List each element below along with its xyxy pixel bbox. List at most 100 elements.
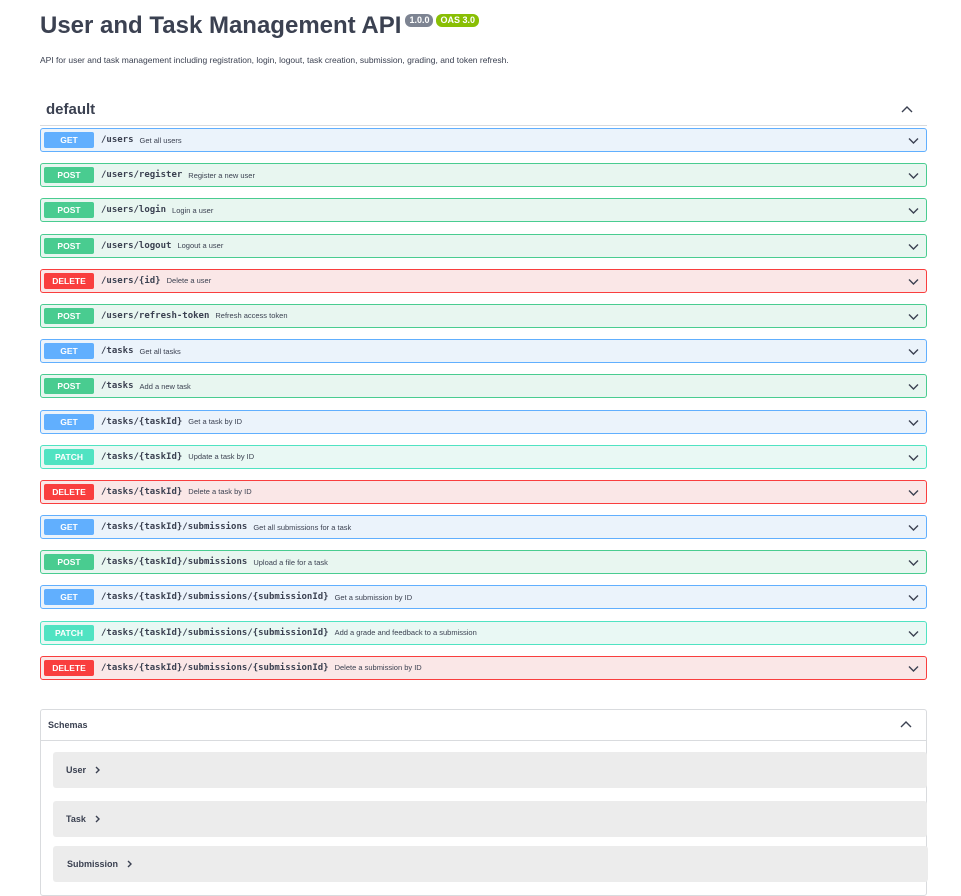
operation-patch[interactable]: PATCH/tasks/{taskId} Update a task by ID [40, 444, 927, 469]
schema-item-task[interactable]: Task [53, 801, 927, 837]
operation-summary: Logout a user [177, 241, 224, 251]
operation-path: /tasks/{taskId} [101, 416, 183, 427]
operation-path: /tasks [101, 346, 134, 357]
chevron-down-icon[interactable] [908, 628, 919, 639]
chevron-down-icon[interactable] [908, 241, 919, 252]
operation-summary: Get all submissions for a task [253, 522, 352, 532]
chevron-down-icon[interactable] [908, 381, 919, 392]
version-badge: 1.0.0 [405, 14, 434, 27]
oas-badge: OAS 3.0 [436, 14, 479, 27]
chevron-right-icon [127, 860, 133, 868]
operation-get[interactable]: GET/tasks/{taskId}/submissions Get all su… [40, 515, 927, 540]
page-title: User and Task Management API [40, 12, 402, 39]
chevron-down-icon[interactable] [908, 663, 919, 674]
api-description: API for user and task management includi… [40, 55, 509, 65]
operation-get[interactable]: GET/tasks Get all tasks [40, 339, 927, 364]
operation-path: /tasks/{taskId}/submissions [101, 557, 248, 568]
operation-path: /users/register [101, 170, 183, 181]
chevron-down-icon[interactable] [908, 170, 919, 181]
chevron-down-icon[interactable] [908, 205, 919, 216]
operation-summary: Register a new user [188, 170, 255, 180]
chevron-down-icon[interactable] [908, 417, 919, 428]
operation-get[interactable]: GET/tasks/{taskId}/submissions/{submissi… [40, 585, 927, 610]
operation-summary: Update a task by ID [188, 452, 255, 462]
operation-get[interactable]: GET/tasks/{taskId} Get a task by ID [40, 409, 927, 434]
operations-list: GET/users Get all users POST/users/registe… [40, 128, 927, 691]
operation-path: /tasks/{taskId}/submissions [101, 522, 248, 533]
operation-path: /tasks/{taskId}/submissions/{submissionI… [101, 662, 329, 673]
operation-post[interactable]: POST/tasks Add a new task [40, 374, 927, 399]
operation-path: /tasks [101, 381, 134, 392]
api-info-header: User and Task Management API 1.0.0 OAS 3… [40, 10, 931, 65]
operation-summary: Get a submission by ID [334, 592, 413, 602]
operation-post[interactable]: POST/users/login Login a user [40, 198, 927, 223]
method-badge: DELETE [44, 483, 94, 500]
operation-path: /users/logout [101, 240, 172, 251]
method-badge: DELETE [44, 272, 94, 289]
operation-path: /users [101, 135, 134, 145]
operation-delete[interactable]: DELETE/tasks/{taskId} Delete a task by ID [40, 479, 927, 504]
operation-path: /tasks/{taskId}/submissions/{submissionI… [101, 592, 329, 603]
chevron-down-icon[interactable] [908, 557, 919, 568]
chevron-down-icon[interactable] [908, 522, 919, 533]
operation-summary: Delete a submission by ID [334, 663, 422, 673]
operation-post[interactable]: POST/tasks/{taskId}/submissions Upload a … [40, 550, 927, 575]
schema-label: User [66, 765, 87, 775]
method-badge: GET [44, 519, 94, 536]
chevron-right-icon [95, 815, 100, 823]
chevron-down-icon[interactable] [908, 276, 919, 287]
method-badge: POST [44, 378, 94, 395]
schemas-title: Schemas [48, 720, 88, 730]
operation-get[interactable]: GET/users Get all users [40, 128, 927, 152]
method-badge: POST [44, 167, 94, 184]
operation-path: /tasks/{taskId} [101, 451, 183, 462]
operation-patch[interactable]: PATCH/tasks/{taskId}/submissions/{submis… [40, 620, 927, 645]
method-badge: POST [44, 554, 94, 571]
operation-post[interactable]: POST/users/register Register a new user [40, 163, 927, 188]
chevron-up-icon[interactable] [900, 719, 912, 731]
chevron-down-icon[interactable] [908, 452, 919, 463]
operation-summary: Get a task by ID [188, 417, 243, 426]
operation-summary: Refresh access token [215, 311, 288, 321]
method-badge: POST [44, 202, 94, 219]
operation-summary: Upload a file for a task [253, 557, 328, 567]
chevron-down-icon[interactable] [908, 487, 919, 498]
operation-path: /users/{id} [101, 275, 161, 286]
operation-summary: Add a grade and feedback to a submission [334, 628, 477, 638]
operation-delete[interactable]: DELETE/tasks/{taskId}/submissions/{submi… [40, 655, 927, 680]
operation-path: /tasks/{taskId} [101, 486, 183, 497]
operation-path: /users/login [101, 205, 167, 216]
operation-post[interactable]: POST/users/refresh-token Refresh access t… [40, 303, 927, 328]
schema-label: Task [66, 814, 86, 824]
schemas-header[interactable]: Schemas [41, 710, 926, 741]
method-badge: POST [44, 237, 94, 254]
chevron-right-icon [95, 766, 101, 774]
method-badge: PATCH [44, 448, 94, 465]
method-badge: POST [44, 307, 94, 324]
chevron-down-icon[interactable] [908, 346, 919, 357]
schema-item-submission[interactable]: Submission [53, 846, 928, 882]
operation-summary: Add a new task [139, 381, 191, 391]
operation-summary: Login a user [172, 205, 214, 215]
section-header-default[interactable]: default [40, 94, 927, 126]
operation-summary: Delete a task by ID [188, 487, 252, 497]
schema-label: Submission [67, 859, 119, 869]
operation-summary: Delete a user [166, 276, 212, 286]
method-badge: DELETE [44, 659, 94, 676]
schema-item-user[interactable]: User [53, 752, 927, 788]
operation-summary: Get all users [139, 135, 182, 145]
operation-summary: Get all tasks [139, 346, 181, 356]
method-badge: GET [44, 132, 94, 148]
chevron-down-icon[interactable] [908, 135, 919, 146]
operation-delete[interactable]: DELETE/users/{id} Delete a user [40, 268, 927, 293]
method-badge: PATCH [44, 624, 94, 641]
chevron-down-icon[interactable] [908, 592, 919, 603]
operation-path: /users/refresh-token [101, 310, 210, 321]
operation-path: /tasks/{taskId}/submissions/{submissionI… [101, 627, 329, 638]
section-title: default [46, 101, 96, 118]
chevron-down-icon[interactable] [908, 311, 919, 322]
operation-post[interactable]: POST/users/logout Logout a user [40, 233, 927, 258]
schemas-panel: Schemas User Task Submission [40, 709, 928, 896]
method-badge: GET [44, 413, 94, 430]
chevron-up-icon[interactable] [901, 104, 913, 116]
